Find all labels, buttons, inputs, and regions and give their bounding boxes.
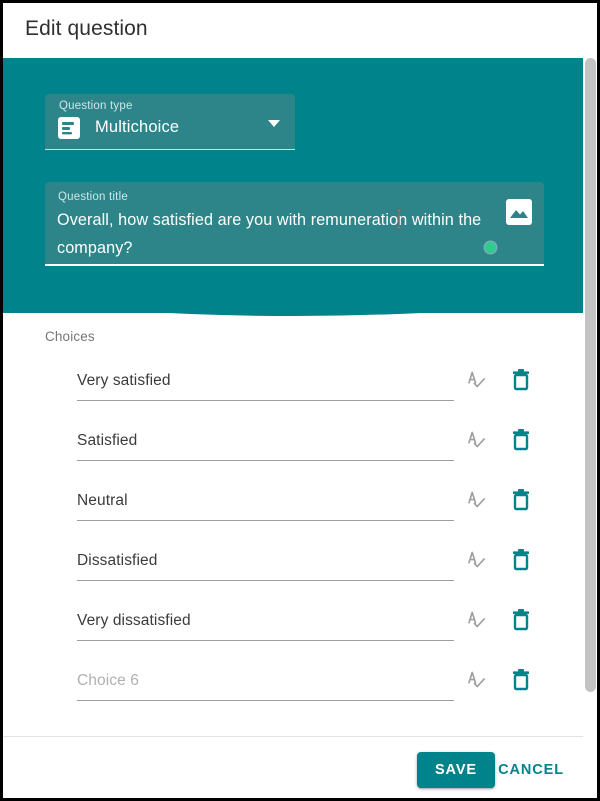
choices-section-label: Choices bbox=[45, 329, 95, 344]
trash-icon[interactable] bbox=[509, 367, 533, 393]
trash-icon[interactable] bbox=[509, 427, 533, 453]
list-item: Very satisfied bbox=[3, 358, 586, 418]
spellcheck-icon[interactable] bbox=[463, 427, 489, 453]
choice-input-1[interactable]: Very satisfied bbox=[77, 368, 454, 401]
choice-input-2[interactable]: Satisfied bbox=[77, 428, 454, 461]
spellcheck-icon[interactable] bbox=[463, 667, 489, 693]
question-title-label: Question title bbox=[58, 191, 128, 203]
spellcheck-icon[interactable] bbox=[463, 607, 489, 633]
application-window: Edit question Question type Multichoice bbox=[0, 0, 600, 801]
list-item: Dissatisfied bbox=[3, 538, 586, 598]
trash-icon[interactable] bbox=[509, 667, 533, 693]
trash-icon[interactable] bbox=[509, 547, 533, 573]
image-icon[interactable] bbox=[506, 199, 532, 225]
question-type-label: Question type bbox=[59, 100, 133, 112]
question-type-select[interactable]: Question type Multichoice bbox=[45, 94, 295, 150]
save-button[interactable]: SAVE bbox=[416, 752, 495, 788]
list-item: Very dissatisfied bbox=[3, 598, 586, 658]
choices-list: Very satisfied Satisfied Neutral Dissati… bbox=[3, 358, 586, 718]
cancel-button[interactable]: CANCEL bbox=[490, 752, 572, 788]
question-type-value: Multichoice bbox=[95, 118, 180, 136]
list-item: Satisfied bbox=[3, 418, 586, 478]
choice-input-5[interactable]: Very dissatisfied bbox=[77, 608, 454, 641]
scrollbar-thumb[interactable] bbox=[585, 58, 596, 692]
trash-icon[interactable] bbox=[509, 487, 533, 513]
edit-question-dialog: Edit question Question type Multichoice bbox=[3, 3, 597, 798]
trash-icon[interactable] bbox=[509, 607, 533, 633]
dialog-footer: SAVE CANCEL bbox=[3, 737, 586, 798]
status-badge bbox=[485, 242, 496, 253]
list-item: Choice 6 bbox=[3, 658, 586, 718]
chevron-down-icon[interactable] bbox=[268, 120, 280, 127]
choice-input-6[interactable]: Choice 6 bbox=[77, 668, 454, 701]
question-title-value: Overall, how satisfied are you with remu… bbox=[57, 211, 482, 257]
page-title: Edit question bbox=[3, 3, 597, 58]
choice-input-4[interactable]: Dissatisfied bbox=[77, 548, 454, 581]
list-item: Neutral bbox=[3, 478, 586, 538]
choice-input-3[interactable]: Neutral bbox=[77, 488, 454, 521]
spellcheck-icon[interactable] bbox=[463, 547, 489, 573]
spellcheck-icon[interactable] bbox=[463, 487, 489, 513]
question-title-input[interactable]: Question title Overall, how satisfied ar… bbox=[45, 182, 544, 266]
spellcheck-icon[interactable] bbox=[463, 367, 489, 393]
list-format-icon bbox=[58, 117, 80, 139]
